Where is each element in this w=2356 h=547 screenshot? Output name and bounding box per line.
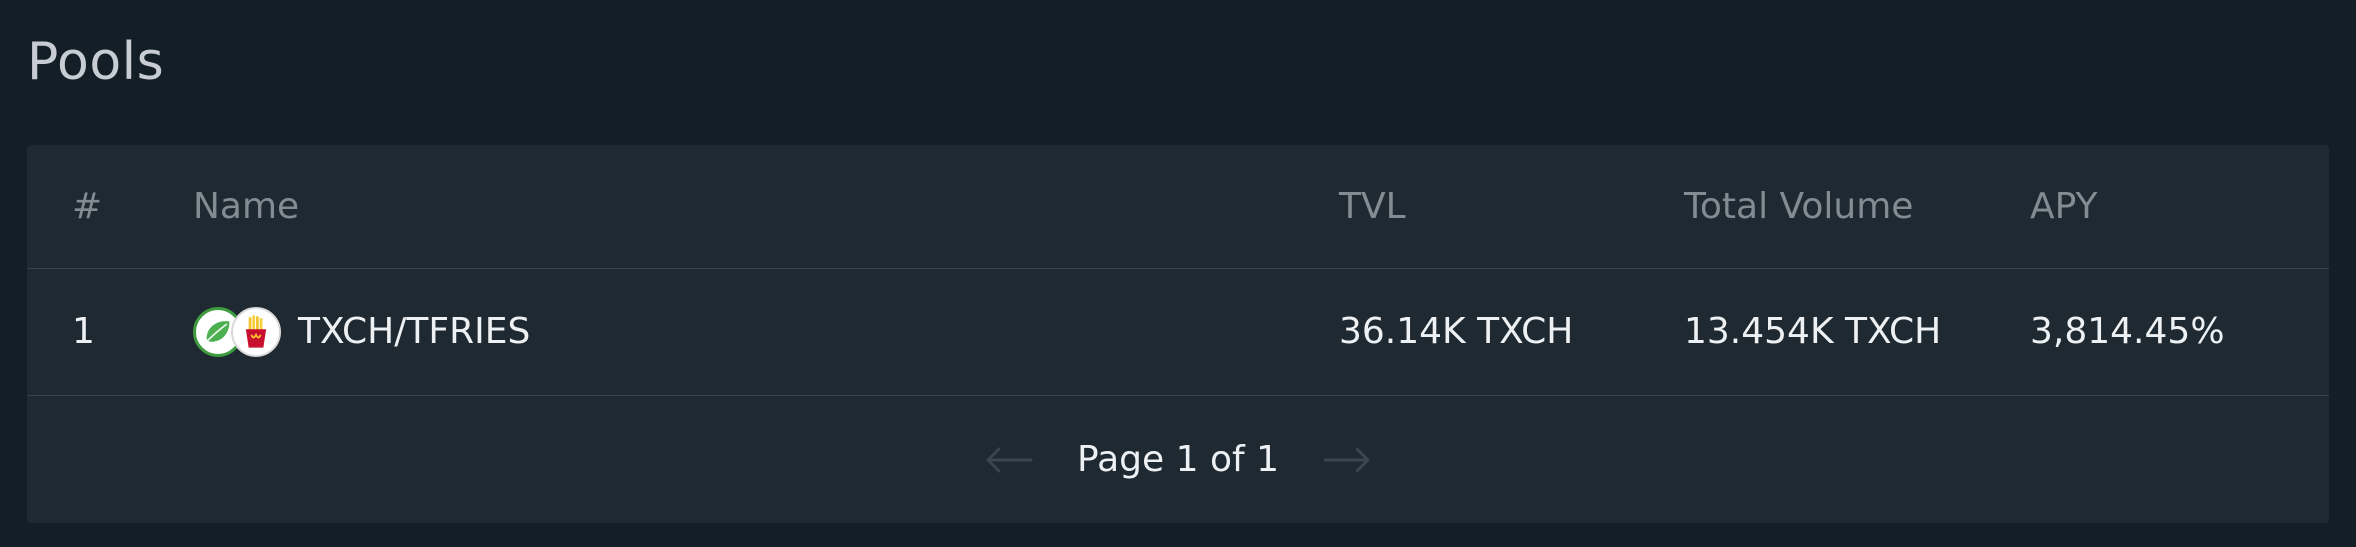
pagination: Page 1 of 1: [27, 396, 2329, 523]
column-header-name[interactable]: Name: [193, 188, 299, 225]
column-header-apy[interactable]: APY: [2030, 188, 2098, 225]
table-row[interactable]: 1 TXCH/TFRIES 36.14K TXCH 13.454K TXCH 3…: [27, 269, 2329, 396]
pools-table: # Name TVL Total Volume APY 1 TXCH/TFRIE…: [27, 145, 2329, 523]
page-title: Pools: [27, 32, 165, 92]
arrow-left-icon[interactable]: [985, 446, 1033, 474]
column-header-total-volume[interactable]: Total Volume: [1684, 188, 1913, 225]
column-header-index[interactable]: #: [72, 188, 102, 225]
pool-apy: 3,814.45%: [2030, 311, 2225, 352]
pool-pair-label: TXCH/TFRIES: [298, 311, 531, 352]
pool-tvl: 36.14K TXCH: [1339, 311, 1574, 352]
pool-total-volume: 13.454K TXCH: [1684, 311, 1942, 352]
page-indicator: Page 1 of 1: [1077, 438, 1279, 480]
arrow-right-icon[interactable]: [1323, 446, 1371, 474]
fries-icon: [231, 307, 281, 357]
row-index: 1: [72, 311, 95, 352]
pool-name-cell[interactable]: TXCH/TFRIES: [193, 307, 530, 357]
table-header-row: # Name TVL Total Volume APY: [27, 145, 2329, 269]
column-header-tvl[interactable]: TVL: [1339, 188, 1406, 225]
